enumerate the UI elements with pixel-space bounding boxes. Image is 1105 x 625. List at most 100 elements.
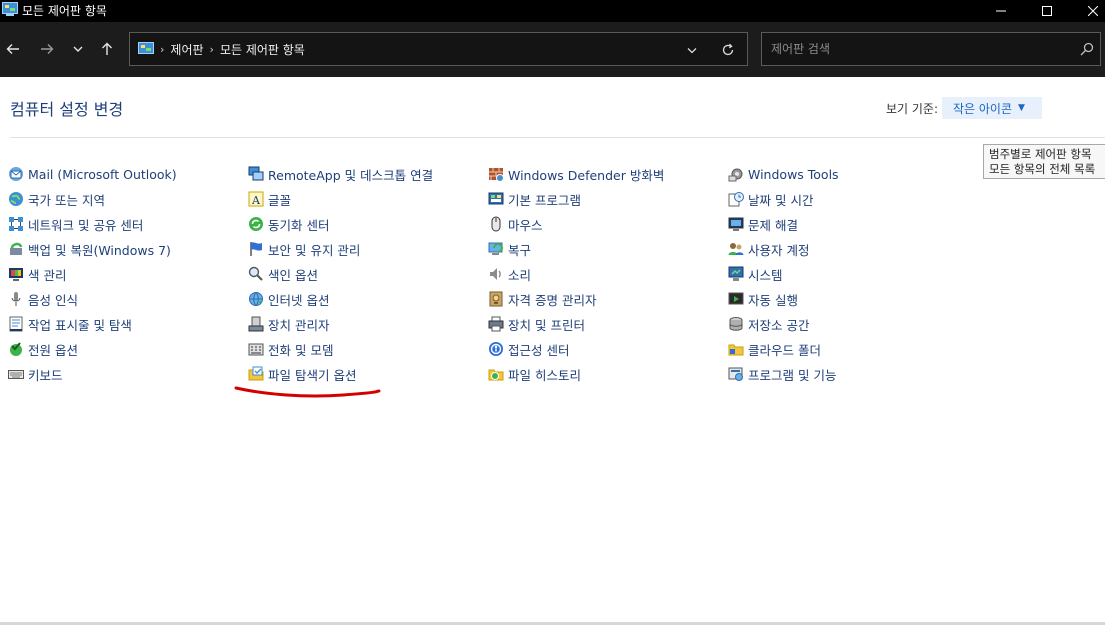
storage-icon [729, 317, 743, 331]
item-programs-features[interactable]: 프로그램 및 기능 [728, 363, 836, 385]
tools-icon [728, 168, 743, 182]
control-panel-icon [2, 2, 18, 16]
item-storage-spaces[interactable]: 저장소 공간 [728, 313, 809, 335]
forward-button[interactable] [36, 38, 58, 60]
arrow-up-icon [102, 42, 112, 55]
refresh-icon [722, 43, 734, 56]
close-icon [1088, 6, 1098, 16]
header-divider [10, 137, 1105, 138]
backup-icon [10, 242, 23, 255]
control-panel-icon [138, 42, 154, 54]
item-windows-defender-firewall[interactable]: Windows Defender 방화벽 [488, 163, 664, 185]
taskbar-icon [9, 316, 23, 332]
item-region[interactable]: 국가 또는 지역 [8, 188, 105, 210]
font-icon: A [248, 191, 264, 207]
user-accounts-icon [728, 243, 744, 255]
item-network-sharing[interactable]: 네트워크 및 공유 센터 [8, 213, 143, 235]
chevron-right-icon: › [160, 43, 165, 56]
navigation-bar: › 제어판 › 모든 제어판 항목 [0, 22, 1105, 77]
item-credential-manager[interactable]: 자격 증명 관리자 [488, 288, 596, 310]
device-manager-icon [248, 316, 264, 332]
window-title: 모든 제어판 항목 [22, 4, 107, 18]
item-troubleshooting[interactable]: 문제 해결 [728, 213, 798, 235]
item-indexing-options[interactable]: 색인 옵션 [248, 263, 318, 285]
power-icon [10, 342, 22, 356]
item-windows-tools[interactable]: Windows Tools [728, 163, 839, 185]
view-by-label: 보기 기준: [886, 102, 939, 116]
item-work-folders[interactable]: 클라우드 폴더 [728, 338, 821, 360]
back-button[interactable] [2, 38, 24, 60]
item-device-manager[interactable]: 장치 관리자 [248, 313, 329, 335]
programs-icon [728, 367, 743, 381]
chevron-down-icon [73, 46, 83, 52]
cloud-folder-icon [728, 344, 744, 356]
printer-icon [488, 316, 504, 332]
red-underline-annotation [234, 386, 381, 398]
item-remoteapp[interactable]: RemoteApp 및 데스크톱 연결 [248, 163, 433, 185]
remoteapp-icon [248, 166, 264, 181]
item-security-maintenance[interactable]: 보안 및 유지 관리 [248, 238, 360, 260]
item-backup-restore[interactable]: 백업 및 복원(Windows 7) [8, 238, 171, 260]
firewall-icon [489, 168, 504, 182]
item-devices-printers[interactable]: 장치 및 프린터 [488, 313, 585, 335]
view-by-dropdown[interactable]: 작은 아이콘 ▼ [942, 97, 1042, 119]
maximize-icon [1042, 6, 1052, 16]
file-history-icon [488, 369, 504, 381]
keyboard-icon [8, 370, 24, 379]
item-sound[interactable]: 소리 [488, 263, 531, 285]
view-tooltip: 범주별로 제어판 항목 모든 항목의 전체 목록 [983, 144, 1105, 179]
breadcrumb: › 제어판 › 모든 제어판 항목 [160, 41, 305, 58]
item-internet-options[interactable]: 인터넷 옵션 [248, 288, 329, 310]
search-box[interactable] [761, 32, 1101, 66]
close-button[interactable] [1070, 0, 1105, 22]
microphone-icon [11, 292, 21, 306]
item-file-history[interactable]: 파일 히스토리 [488, 363, 581, 385]
item-power-options[interactable]: 전원 옵션 [8, 338, 78, 360]
item-taskbar-navigation[interactable]: 작업 표시줄 및 탐색 [8, 313, 132, 335]
recovery-icon [488, 242, 503, 255]
item-mail[interactable]: Mail (Microsoft Outlook) [8, 163, 177, 185]
item-system[interactable]: 시스템 [728, 263, 783, 285]
item-speech-recognition[interactable]: 음성 인식 [8, 288, 78, 310]
item-user-accounts[interactable]: 사용자 계정 [728, 238, 809, 260]
item-recovery[interactable]: 복구 [488, 238, 531, 260]
folder-options-icon [248, 366, 264, 381]
chevron-down-icon [687, 47, 697, 53]
caret-down-icon: ▼ [1018, 103, 1025, 113]
title-bar: 모든 제어판 항목 [0, 0, 1105, 22]
color-management-icon [9, 268, 23, 281]
item-default-programs[interactable]: 기본 프로그램 [488, 188, 581, 210]
internet-icon [249, 292, 263, 306]
item-mouse[interactable]: 마우스 [488, 213, 543, 235]
phone-modem-icon [248, 343, 264, 356]
globe-icon [9, 192, 23, 206]
svg-text:A: A [251, 194, 261, 207]
item-sync-center[interactable]: 동기화 센터 [248, 213, 329, 235]
minimize-button[interactable] [978, 0, 1024, 22]
item-color-management[interactable]: 색 관리 [8, 263, 66, 285]
item-fonts[interactable]: A 글꼴 [248, 188, 291, 210]
tooltip-line: 모든 항목의 전체 목록 [989, 162, 1096, 176]
network-icon [9, 217, 23, 231]
up-button[interactable] [96, 38, 118, 60]
item-keyboard[interactable]: 키보드 [8, 363, 63, 385]
item-ease-of-access-center[interactable]: 접근성 센터 [488, 338, 569, 360]
item-phone-modem[interactable]: 전화 및 모뎀 [248, 338, 333, 360]
search-icon [1080, 42, 1094, 56]
search-input[interactable] [762, 33, 1072, 65]
sound-icon [490, 268, 501, 280]
breadcrumb-all-items[interactable]: 모든 제어판 항목 [220, 41, 305, 58]
item-date-time[interactable]: 날짜 및 시간 [728, 188, 813, 210]
mouse-icon [491, 216, 501, 232]
recent-locations-button[interactable] [67, 38, 89, 60]
clock-icon [728, 192, 744, 207]
address-dropdown-button[interactable] [682, 41, 702, 59]
breadcrumb-control-panel[interactable]: 제어판 [170, 41, 203, 58]
refresh-button[interactable] [718, 40, 738, 60]
arrow-left-icon [6, 44, 19, 54]
address-bar[interactable]: › 제어판 › 모든 제어판 항목 [129, 32, 748, 66]
item-autoplay[interactable]: 자동 실행 [728, 288, 798, 310]
maximize-button[interactable] [1024, 0, 1070, 22]
flag-icon [250, 242, 262, 256]
default-programs-icon [488, 192, 504, 205]
